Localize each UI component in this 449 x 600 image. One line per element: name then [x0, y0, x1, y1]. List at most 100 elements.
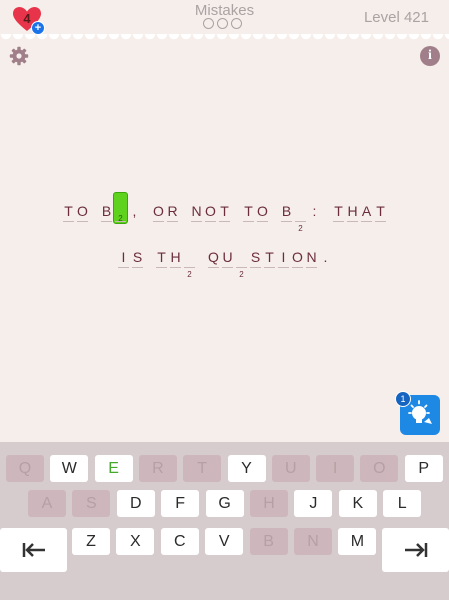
cell-letter: H [170, 249, 181, 265]
top-bar: 4 + Mistakes Level 421 [0, 0, 449, 42]
key-m[interactable]: M [338, 528, 377, 555]
cell-letter: O [77, 203, 88, 219]
letter-cell[interactable]: T [332, 201, 345, 231]
mistake-dot [203, 18, 214, 29]
key-k[interactable]: K [338, 490, 377, 517]
cell-underline [222, 267, 233, 268]
letter-cell[interactable]: O [256, 201, 269, 231]
key-z[interactable]: Z [72, 528, 110, 555]
cell-clue-number: 2 [187, 270, 192, 279]
key-g[interactable]: G [205, 490, 244, 517]
key-v[interactable]: V [205, 528, 244, 555]
puzzle-line-2: ISTH2QU2STION. [0, 247, 449, 279]
cell-underline [184, 267, 195, 268]
cell-letter: I [121, 249, 126, 265]
previous-cell-button[interactable] [0, 528, 67, 572]
letter-cell[interactable]: T [263, 247, 276, 277]
cell-letter: N [191, 203, 202, 219]
cell-letter: U [222, 249, 233, 265]
key-i: I [316, 455, 355, 482]
letter-cell[interactable]: T [242, 201, 255, 231]
letter-cell[interactable]: H [169, 247, 182, 277]
cell-clue-number: 2 [298, 224, 303, 233]
letter-cell[interactable]: S [249, 247, 262, 277]
key-q: Q [6, 455, 44, 482]
next-cell-button[interactable] [382, 528, 449, 572]
cell-underline [257, 221, 268, 222]
key-n: N [294, 528, 332, 555]
key-j[interactable]: J [294, 490, 333, 517]
cell-letter: B [101, 203, 112, 219]
cell-letter: T [334, 203, 343, 219]
level-label: Level 421 [363, 9, 429, 26]
cell-letter: T [265, 249, 274, 265]
key-c[interactable]: C [160, 528, 199, 555]
letter-cell[interactable]: O [291, 247, 304, 277]
cell-letter: A [361, 203, 372, 219]
arrow-to-left-icon [22, 543, 45, 557]
letter-cell[interactable]: B [280, 201, 293, 231]
letter-cell[interactable]: N [305, 247, 318, 277]
cell-letter: I [281, 249, 286, 265]
key-r: R [138, 455, 177, 482]
cell-underline [219, 221, 230, 222]
key-s: S [72, 490, 111, 517]
cell-letter: : [312, 203, 317, 219]
letter-cell[interactable]: O [76, 201, 89, 231]
letter-cell[interactable]: O [204, 201, 217, 231]
letter-cell[interactable]: , [128, 201, 141, 231]
key-h: H [250, 490, 288, 517]
key-w[interactable]: W [50, 455, 89, 482]
key-d[interactable]: D [116, 490, 155, 517]
cell-letter: T [64, 203, 73, 219]
key-l[interactable]: L [383, 490, 422, 517]
letter-cell[interactable]: T [374, 201, 387, 231]
letter-cell[interactable]: S [131, 247, 144, 277]
cell-underline [243, 221, 254, 222]
cell-underline [333, 221, 344, 222]
add-lives-icon[interactable]: + [31, 21, 45, 35]
cell-underline [101, 221, 112, 222]
cell-underline [361, 221, 372, 222]
key-p[interactable]: P [404, 455, 443, 482]
letter-cell[interactable]: H [346, 201, 359, 231]
letter-cell[interactable]: T [62, 201, 75, 231]
cell-letter: T [376, 203, 385, 219]
cell-letter: B [281, 203, 292, 219]
gear-icon[interactable] [9, 46, 29, 66]
letter-cell[interactable]: B [100, 201, 113, 231]
key-x[interactable]: X [116, 528, 155, 555]
cell-underline [170, 267, 181, 268]
puzzle-line-1: TOB2,ORNOTTOB2:THAT [0, 192, 449, 233]
letter-cell[interactable]: . [319, 247, 332, 277]
keyboard: QWERTYUIOP ASDFGHJKL ZXCVBNM [0, 442, 449, 600]
blank-letter-cell[interactable]: 2 [235, 247, 248, 279]
letter-cell[interactable]: T [155, 247, 168, 277]
blank-letter-cell[interactable]: 2 [294, 201, 307, 233]
cell-letter: O [257, 203, 268, 219]
letter-cell[interactable]: A [360, 201, 373, 231]
letter-cell[interactable]: R [166, 201, 179, 231]
cell-letter: S [132, 249, 143, 265]
key-u: U [271, 455, 310, 482]
key-e[interactable]: E [94, 455, 133, 482]
letter-cell[interactable]: N [190, 201, 203, 231]
key-f[interactable]: F [161, 490, 200, 517]
letter-cell[interactable]: O [152, 201, 165, 231]
cell-letter: S [250, 249, 261, 265]
cell-underline [191, 221, 202, 222]
cell-underline [264, 267, 275, 268]
selected-letter-cell[interactable]: 2 [113, 192, 128, 231]
letter-cell[interactable]: T [218, 201, 231, 231]
info-icon[interactable]: i [420, 46, 440, 66]
blank-letter-cell[interactable]: 2 [183, 247, 196, 279]
letter-cell[interactable]: I [277, 247, 290, 277]
key-y[interactable]: Y [227, 455, 266, 482]
cell-underline [208, 267, 219, 268]
cell-underline [281, 221, 292, 222]
letter-cell[interactable]: : [308, 201, 321, 231]
letter-cell[interactable]: U [221, 247, 234, 277]
letter-cell[interactable]: Q [207, 247, 220, 277]
letter-cell[interactable]: I [117, 247, 130, 277]
cell-underline [153, 221, 164, 222]
